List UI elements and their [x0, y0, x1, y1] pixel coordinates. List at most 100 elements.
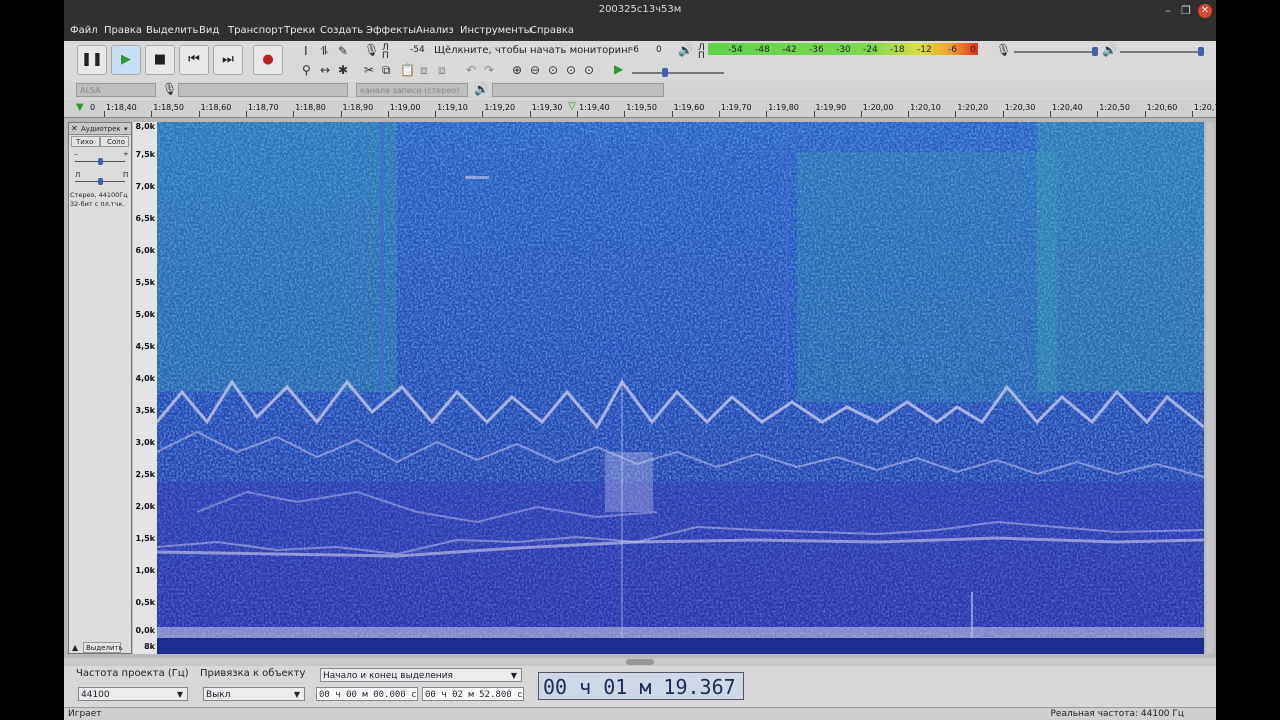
menu-select[interactable]: Выделить	[146, 25, 198, 36]
menu-tools[interactable]: Инструменты	[460, 25, 532, 36]
playback-device-select[interactable]	[492, 83, 664, 97]
horizontal-scrollbar[interactable]	[64, 658, 1216, 666]
record-button[interactable]: ●	[253, 45, 283, 75]
menu-file[interactable]: Файл	[70, 25, 98, 36]
menu-effects[interactable]: Эффекты	[366, 25, 416, 36]
record-volume-icon: 🎙	[996, 43, 1012, 57]
ruler-tick-label: 1:20,30	[1004, 103, 1036, 112]
select-track-label: Выделить	[86, 644, 123, 652]
zoom-out-icon[interactable]: ⊖	[530, 63, 540, 77]
spectrogram[interactable]	[157, 122, 1204, 638]
status-bar: Играет Реальная частота: 44100 Гц	[64, 707, 1216, 720]
zoom-toggle-icon[interactable]: ⊙	[584, 63, 594, 77]
vertical-scrollbar[interactable]	[1206, 122, 1214, 654]
speaker-icon[interactable]: 🔊	[678, 43, 693, 57]
envelope-tool-icon[interactable]: ⥮	[320, 44, 329, 59]
gain-thumb[interactable]	[98, 158, 103, 165]
play-head-start-icon[interactable]: ▼	[76, 102, 84, 113]
play-scale-6: -6	[948, 45, 957, 55]
cut-icon[interactable]: ✂	[364, 63, 374, 77]
ruler-tick-mark	[813, 111, 815, 117]
play-scale-12: -12	[917, 45, 932, 55]
pan-thumb[interactable]	[98, 178, 103, 185]
recording-device-select[interactable]	[178, 83, 348, 97]
ruler-tick-mark	[1097, 111, 1099, 117]
recording-channels-select[interactable]: канала записи (стерео)	[356, 83, 468, 97]
undo-icon[interactable]: ↶	[466, 63, 476, 77]
ruler-tick-mark	[245, 111, 247, 117]
fit-project-icon[interactable]: ⊙	[566, 63, 576, 77]
multi-tool-icon[interactable]: ✱	[338, 63, 348, 77]
minimize-icon[interactable]: –	[1160, 3, 1176, 19]
track-name[interactable]: Аудиотрек	[81, 125, 121, 133]
stop-button[interactable]: ■	[145, 45, 175, 75]
selection-tool-icon[interactable]: I	[304, 44, 308, 58]
menu-transport[interactable]: Транспорт	[228, 25, 283, 36]
status-text: Играет	[68, 709, 102, 719]
ruler-tick-label: 1:18,40	[106, 103, 137, 112]
selection-mode-select[interactable]: Начало и конец выделения ▼	[320, 668, 522, 682]
ruler-tick-label: 1:18,50	[153, 103, 184, 112]
spectrogram-lower-channel[interactable]	[157, 638, 1204, 654]
play-button[interactable]: ▶	[111, 45, 141, 75]
playback-volume-slider[interactable]	[1120, 51, 1204, 53]
zoom-in-icon[interactable]: ⊕	[512, 63, 522, 77]
redo-icon[interactable]: ↷	[484, 63, 494, 77]
audio-position-display[interactable]: 00 ч 01 м 19.367 с	[538, 672, 744, 720]
mic-icon[interactable]: 🎙	[364, 43, 379, 57]
ruler-tick-label: 1:20,40	[1052, 103, 1083, 112]
play-at-speed-icon[interactable]: ▶	[614, 62, 623, 76]
ruler-tick-mark	[435, 111, 437, 117]
play-speed-thumb[interactable]	[662, 68, 668, 77]
frequency-label: 3,0k	[135, 438, 156, 447]
horizontal-scroll-thumb[interactable]	[626, 659, 654, 665]
audio-host-select[interactable]: ALSA	[76, 83, 156, 97]
ruler-tick-label: 1:20,60	[1146, 103, 1178, 112]
play-speed-slider[interactable]	[632, 72, 724, 74]
frequency-label: 7,5k	[135, 150, 156, 159]
record-volume-slider[interactable]	[1014, 51, 1098, 53]
track-info-bits: 32-бит с пл.тчк.	[70, 200, 125, 208]
play-scale-54: -54	[728, 45, 743, 55]
record-meter-hint[interactable]: Щёлкните, чтобы начать мониторинг	[434, 45, 633, 56]
pause-button[interactable]: ❚❚	[77, 45, 107, 75]
record-icon: ●	[262, 52, 274, 67]
draw-tool-icon[interactable]: ✎	[338, 44, 348, 58]
play-scale-48: -48	[755, 45, 770, 55]
menu-edit[interactable]: Правка	[104, 25, 142, 36]
track-close-icon[interactable]: ✕	[71, 124, 78, 133]
trim-icon[interactable]: ⧈	[420, 63, 428, 78]
play-scale-36: -36	[809, 45, 824, 55]
ruler-tick-mark	[482, 111, 484, 117]
selection-start-time[interactable]: 00 ч 00 м 00.000 с	[316, 687, 418, 701]
skip-start-button[interactable]: ⏮	[179, 45, 209, 75]
maximize-icon[interactable]: ❐	[1178, 3, 1194, 19]
timeline-ruler[interactable]: ▼ 0 ▽ 1:18,40 1:18,50 1:18,60 1:18,70 1:18,8…	[64, 100, 1216, 118]
fit-selection-icon[interactable]: ⊙	[548, 63, 558, 77]
record-volume-thumb[interactable]	[1092, 47, 1098, 56]
collapse-icon[interactable]: ▲	[72, 643, 78, 652]
close-icon[interactable]: ✕	[1198, 4, 1212, 18]
ruler-tick-mark	[908, 111, 910, 117]
skip-end-button[interactable]: ⏭	[213, 45, 243, 75]
chevron-down-icon: ▼	[176, 690, 183, 699]
selection-end-time[interactable]: 00 ч 02 м 52.800 с	[422, 687, 524, 701]
silence-icon[interactable]: ⧈	[438, 63, 446, 78]
ruler-tick-mark	[340, 111, 342, 117]
playback-volume-thumb[interactable]	[1198, 47, 1204, 56]
snap-to-select[interactable]: Выкл ▼	[203, 687, 305, 701]
zoom-tool-icon[interactable]: ⚲	[302, 63, 311, 77]
track-info-format: Стерео, 44100Гц	[70, 191, 128, 199]
menu-tracks[interactable]: Треки	[284, 25, 315, 36]
paste-icon[interactable]: 📋	[400, 63, 415, 77]
timeshift-tool-icon[interactable]: ↔	[320, 63, 330, 77]
copy-icon[interactable]: ⧉	[382, 63, 391, 78]
ruler-start-label: 0	[90, 103, 96, 112]
project-rate-select[interactable]: 44100 ▼	[78, 687, 188, 701]
menu-analyze[interactable]: Анализ	[416, 25, 454, 36]
menu-view[interactable]: Вид	[199, 25, 219, 36]
menu-generate[interactable]: Создать	[320, 25, 363, 36]
track-menu-icon[interactable]: ▾	[124, 125, 128, 133]
menu-help[interactable]: Справка	[530, 25, 574, 36]
recording-device-icon: 🎙	[162, 82, 178, 96]
